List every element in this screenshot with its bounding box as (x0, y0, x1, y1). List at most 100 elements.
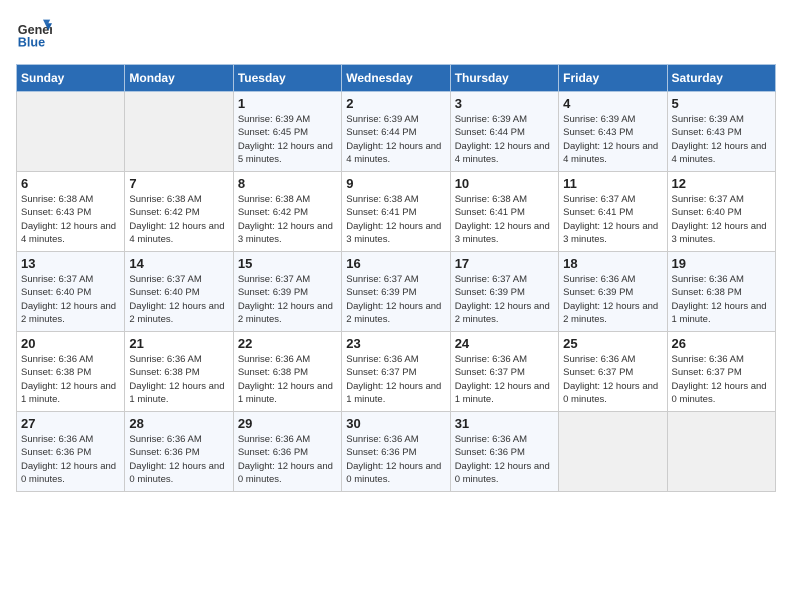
day-info: Sunrise: 6:36 AM Sunset: 6:37 PM Dayligh… (346, 353, 445, 406)
calendar-cell: 21Sunrise: 6:36 AM Sunset: 6:38 PM Dayli… (125, 332, 233, 412)
col-header-sunday: Sunday (17, 65, 125, 92)
calendar-cell: 29 Sunrise: 6:36 AM Sunset: 6:36 PM Dayli… (233, 412, 341, 492)
calendar-cell: 23 Sunrise: 6:36 AM Sunset: 6:37 PM Dayli… (342, 332, 450, 412)
svg-text:Blue: Blue (18, 36, 45, 50)
day-info: Sunrise: 6:36 AM Sunset: 6:39 PM Dayligh… (563, 273, 662, 326)
day-info: Sunrise: 6:36 AM Sunset: 6:37 PM Dayligh… (455, 353, 554, 406)
calendar-cell: 10 Sunrise: 6:38 AM Sunset: 6:41 PM Dayli… (450, 172, 558, 252)
calendar-cell (667, 412, 775, 492)
day-info: Sunrise: 6:38 AM Sunset: 6:42 PM Dayligh… (238, 193, 337, 246)
calendar-cell: 26 Sunrise: 6:36 AM Sunset: 6:37 PM Dayli… (667, 332, 775, 412)
calendar-cell: 22 Sunrise: 6:36 AM Sunset: 6:38 PM Dayli… (233, 332, 341, 412)
calendar-cell: 7 Sunrise: 6:38 AM Sunset: 6:42 PM Daylig… (125, 172, 233, 252)
calendar-cell: 8 Sunrise: 6:38 AM Sunset: 6:42 PM Daylig… (233, 172, 341, 252)
calendar-cell: 20 Sunrise: 6:36 AM Sunset: 6:38 PM Dayli… (17, 332, 125, 412)
day-info: Sunrise: 6:38 AM Sunset: 6:41 PM Dayligh… (455, 193, 554, 246)
day-number: 11 (563, 176, 662, 191)
calendar-table: SundayMondayTuesdayWednesdayThursdayFrid… (16, 64, 776, 492)
day-number: 10 (455, 176, 554, 191)
day-number: 12 (672, 176, 771, 191)
day-info: Sunrise: 6:37 AM Sunset: 6:40 PM Dayligh… (129, 273, 228, 326)
day-number: 31 (455, 416, 554, 431)
day-info: Sunrise: 6:37 AM Sunset: 6:39 PM Dayligh… (346, 273, 445, 326)
calendar-cell: 13Sunrise: 6:37 AM Sunset: 6:40 PM Dayli… (17, 252, 125, 332)
day-number: 21 (129, 336, 228, 351)
calendar-cell: 14Sunrise: 6:37 AM Sunset: 6:40 PM Dayli… (125, 252, 233, 332)
calendar-cell: 11 Sunrise: 6:37 AM Sunset: 6:41 PM Dayli… (559, 172, 667, 252)
day-number: 5 (672, 96, 771, 111)
day-info: Sunrise: 6:36 AM Sunset: 6:37 PM Dayligh… (672, 353, 771, 406)
day-number: 20 (21, 336, 120, 351)
day-number: 23 (346, 336, 445, 351)
day-info: Sunrise: 6:37 AM Sunset: 6:40 PM Dayligh… (21, 273, 120, 326)
col-header-saturday: Saturday (667, 65, 775, 92)
day-info: Sunrise: 6:36 AM Sunset: 6:36 PM Dayligh… (238, 433, 337, 486)
calendar-cell: 30 Sunrise: 6:36 AM Sunset: 6:36 PM Dayli… (342, 412, 450, 492)
calendar-cell (125, 92, 233, 172)
day-info: Sunrise: 6:39 AM Sunset: 6:44 PM Dayligh… (346, 113, 445, 166)
day-info: Sunrise: 6:38 AM Sunset: 6:42 PM Dayligh… (129, 193, 228, 246)
calendar-cell: 16 Sunrise: 6:37 AM Sunset: 6:39 PM Dayli… (342, 252, 450, 332)
calendar-cell: 27Sunrise: 6:36 AM Sunset: 6:36 PM Dayli… (17, 412, 125, 492)
col-header-friday: Friday (559, 65, 667, 92)
day-info: Sunrise: 6:37 AM Sunset: 6:39 PM Dayligh… (455, 273, 554, 326)
calendar-cell: 24 Sunrise: 6:36 AM Sunset: 6:37 PM Dayli… (450, 332, 558, 412)
day-number: 17 (455, 256, 554, 271)
day-info: Sunrise: 6:36 AM Sunset: 6:36 PM Dayligh… (455, 433, 554, 486)
calendar-cell (559, 412, 667, 492)
day-info: Sunrise: 6:36 AM Sunset: 6:38 PM Dayligh… (238, 353, 337, 406)
day-number: 7 (129, 176, 228, 191)
day-number: 6 (21, 176, 120, 191)
calendar-cell: 17 Sunrise: 6:37 AM Sunset: 6:39 PM Dayli… (450, 252, 558, 332)
calendar-cell: 3 Sunrise: 6:39 AM Sunset: 6:44 PM Daylig… (450, 92, 558, 172)
day-info: Sunrise: 6:38 AM Sunset: 6:43 PM Dayligh… (21, 193, 120, 246)
day-number: 27 (21, 416, 120, 431)
calendar-cell: 4 Sunrise: 6:39 AM Sunset: 6:43 PM Daylig… (559, 92, 667, 172)
day-number: 28 (129, 416, 228, 431)
calendar-cell (17, 92, 125, 172)
calendar-cell: 31 Sunrise: 6:36 AM Sunset: 6:36 PM Dayli… (450, 412, 558, 492)
calendar-cell: 28 Sunrise: 6:36 AM Sunset: 6:36 PM Dayli… (125, 412, 233, 492)
day-info: Sunrise: 6:37 AM Sunset: 6:41 PM Dayligh… (563, 193, 662, 246)
day-number: 15 (238, 256, 337, 271)
day-info: Sunrise: 6:36 AM Sunset: 6:36 PM Dayligh… (346, 433, 445, 486)
day-number: 26 (672, 336, 771, 351)
calendar-cell: 18 Sunrise: 6:36 AM Sunset: 6:39 PM Dayli… (559, 252, 667, 332)
day-number: 30 (346, 416, 445, 431)
day-info: Sunrise: 6:39 AM Sunset: 6:43 PM Dayligh… (563, 113, 662, 166)
calendar-cell: 15 Sunrise: 6:37 AM Sunset: 6:39 PM Dayli… (233, 252, 341, 332)
day-number: 22 (238, 336, 337, 351)
calendar-cell: 19Sunrise: 6:36 AM Sunset: 6:38 PM Dayli… (667, 252, 775, 332)
calendar-cell: 6 Sunrise: 6:38 AM Sunset: 6:43 PM Daylig… (17, 172, 125, 252)
calendar-cell: 2Sunrise: 6:39 AM Sunset: 6:44 PM Daylig… (342, 92, 450, 172)
day-info: Sunrise: 6:36 AM Sunset: 6:38 PM Dayligh… (21, 353, 120, 406)
day-info: Sunrise: 6:36 AM Sunset: 6:36 PM Dayligh… (129, 433, 228, 486)
day-number: 9 (346, 176, 445, 191)
day-number: 1 (238, 96, 337, 111)
day-number: 29 (238, 416, 337, 431)
col-header-tuesday: Tuesday (233, 65, 341, 92)
day-number: 18 (563, 256, 662, 271)
day-number: 3 (455, 96, 554, 111)
day-info: Sunrise: 6:39 AM Sunset: 6:43 PM Dayligh… (672, 113, 771, 166)
calendar-cell: 1 Sunrise: 6:39 AM Sunset: 6:45 PM Daylig… (233, 92, 341, 172)
col-header-wednesday: Wednesday (342, 65, 450, 92)
day-number: 24 (455, 336, 554, 351)
day-number: 8 (238, 176, 337, 191)
col-header-monday: Monday (125, 65, 233, 92)
day-info: Sunrise: 6:37 AM Sunset: 6:39 PM Dayligh… (238, 273, 337, 326)
day-info: Sunrise: 6:38 AM Sunset: 6:41 PM Dayligh… (346, 193, 445, 246)
day-info: Sunrise: 6:37 AM Sunset: 6:40 PM Dayligh… (672, 193, 771, 246)
day-number: 16 (346, 256, 445, 271)
day-info: Sunrise: 6:39 AM Sunset: 6:44 PM Dayligh… (455, 113, 554, 166)
calendar-cell: 5 Sunrise: 6:39 AM Sunset: 6:43 PM Daylig… (667, 92, 775, 172)
day-info: Sunrise: 6:36 AM Sunset: 6:37 PM Dayligh… (563, 353, 662, 406)
day-info: Sunrise: 6:39 AM Sunset: 6:45 PM Dayligh… (238, 113, 337, 166)
calendar-cell: 25 Sunrise: 6:36 AM Sunset: 6:37 PM Dayli… (559, 332, 667, 412)
day-number: 4 (563, 96, 662, 111)
logo: General Blue (16, 16, 52, 52)
page-header: General Blue (16, 16, 776, 52)
calendar-cell: 9 Sunrise: 6:38 AM Sunset: 6:41 PM Daylig… (342, 172, 450, 252)
logo-icon: General Blue (16, 16, 52, 52)
day-number: 25 (563, 336, 662, 351)
